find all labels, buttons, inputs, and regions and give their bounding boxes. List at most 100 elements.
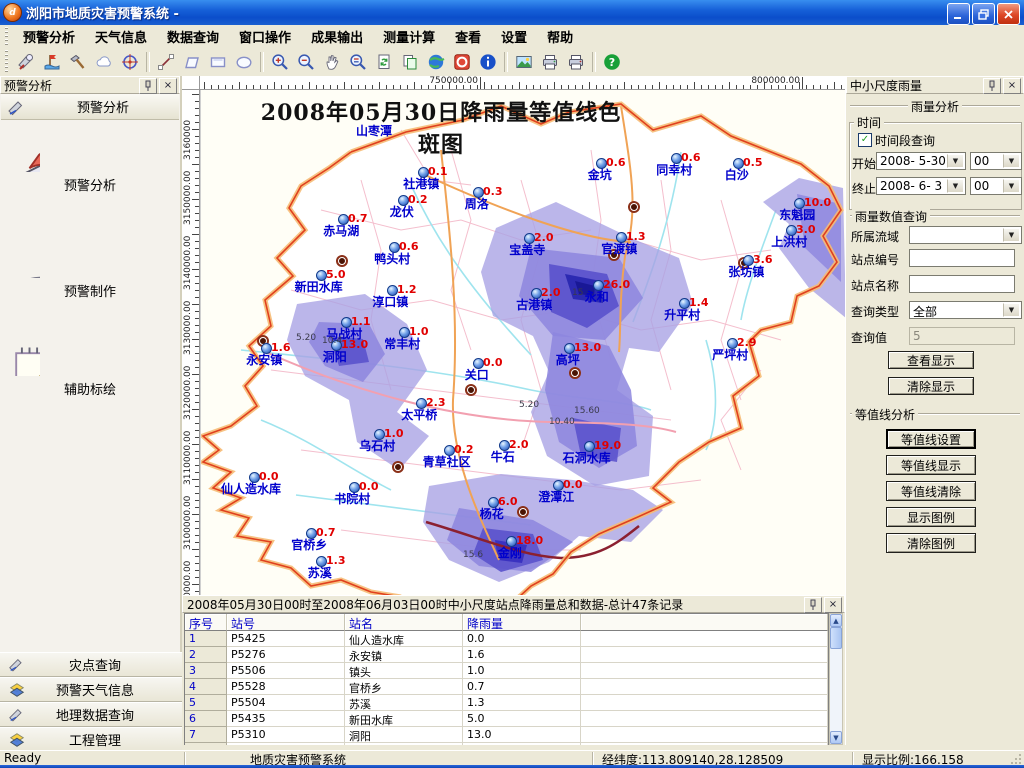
- zoom-in-icon[interactable]: [268, 50, 292, 74]
- menu-item-8[interactable]: 设置: [491, 29, 537, 48]
- close-icon[interactable]: ×: [824, 597, 842, 613]
- show-display-button[interactable]: 查看显示: [888, 351, 974, 369]
- map-canvas[interactable]: 2008年05月30日降雨量等值线色斑图 山枣潭 0.1社港镇0.3周洛0.2龙…: [200, 90, 845, 597]
- table-row[interactable]: 6P5435新田水库5.0: [185, 711, 828, 727]
- toolbar-separator: [592, 52, 596, 72]
- cloud-icon[interactable]: [92, 50, 116, 74]
- field-input-2[interactable]: [909, 249, 1015, 267]
- start-date-combo[interactable]: 2008- 5-30▼: [876, 152, 966, 170]
- zoom-extent-icon[interactable]: [346, 50, 370, 74]
- start-hour-combo[interactable]: 00▼: [970, 152, 1022, 170]
- table-row[interactable]: 4P5528官桥乡0.7: [185, 679, 828, 695]
- help-icon[interactable]: ?: [600, 50, 624, 74]
- station-name-label: 洞阳: [323, 348, 347, 365]
- menu-grip[interactable]: [3, 27, 10, 45]
- print-icon[interactable]: [538, 50, 562, 74]
- satellite-icon[interactable]: [14, 50, 38, 74]
- ellipse-tool-icon[interactable]: [232, 50, 256, 74]
- field-combo-1[interactable]: ▼: [909, 226, 1022, 244]
- contour-settings-button[interactable]: 等值线设置: [886, 429, 976, 449]
- chevron-down-icon[interactable]: ▼: [947, 179, 964, 193]
- chevron-down-icon[interactable]: ▼: [947, 154, 964, 168]
- chevron-down-icon[interactable]: ▼: [1003, 154, 1020, 168]
- menu-item-1[interactable]: 预警分析: [13, 29, 85, 48]
- column-header-1[interactable]: 序号: [185, 614, 227, 631]
- contour-show-button[interactable]: 等值线显示: [886, 455, 976, 475]
- table-row[interactable]: 5P5504苏溪1.3: [185, 695, 828, 711]
- close-icon[interactable]: ×: [159, 78, 177, 94]
- minimize-button[interactable]: [947, 3, 970, 25]
- menu-item-9[interactable]: 帮助: [537, 29, 583, 48]
- field-input-3[interactable]: [909, 275, 1015, 293]
- sidebar-item-2[interactable]: 预警制作: [0, 240, 180, 300]
- line-tool-icon[interactable]: [154, 50, 178, 74]
- scroll-down-icon[interactable]: ▼: [830, 731, 842, 744]
- zoom-out-icon[interactable]: [294, 50, 318, 74]
- chevron-down-icon[interactable]: ▼: [1003, 179, 1020, 193]
- time-range-checkbox[interactable]: ✓: [858, 133, 872, 147]
- title-bar: d 浏阳市地质灾害预警系统 -: [0, 0, 1024, 25]
- bottom-bar-4[interactable]: 工程管理: [0, 727, 182, 752]
- menu-item-5[interactable]: 成果输出: [301, 29, 373, 48]
- table-row[interactable]: 3P5506镇头1.0: [185, 663, 828, 679]
- menu-item-4[interactable]: 窗口操作: [229, 29, 301, 48]
- chevron-down-icon[interactable]: ▼: [1003, 303, 1020, 317]
- table-panel-titlebar: 2008年05月30日00时至2008年06月03日00时中小尺度站点降雨量总和…: [182, 595, 845, 613]
- image-icon[interactable]: [512, 50, 536, 74]
- copy-icon[interactable]: [398, 50, 422, 74]
- sidebar-item-1[interactable]: 预警分析: [0, 134, 180, 194]
- end-date-combo[interactable]: 2008- 6- 3▼: [876, 177, 966, 195]
- close-icon[interactable]: ×: [1003, 78, 1021, 94]
- print-preview-icon[interactable]: [564, 50, 588, 74]
- flag-icon[interactable]: [40, 50, 64, 74]
- sidebar-item-3[interactable]: 辅助标绘: [0, 338, 180, 398]
- menu-item-3[interactable]: 数据查询: [157, 29, 229, 48]
- show-legend-button[interactable]: 显示图例: [886, 507, 976, 527]
- contour-clear-button[interactable]: 等值线清除: [886, 481, 976, 501]
- close-button[interactable]: [997, 3, 1020, 25]
- clear-display-button[interactable]: 清除显示: [888, 377, 974, 395]
- refresh-icon[interactable]: [372, 50, 396, 74]
- table-row[interactable]: 2P5276永安镇1.6: [185, 647, 828, 663]
- polygon-tool-icon[interactable]: [180, 50, 204, 74]
- table-scrollbar[interactable]: ▲ ▼: [829, 613, 843, 745]
- table-row[interactable]: 1P5425仙人造水库0.0: [185, 631, 828, 647]
- book-icon: [0, 134, 180, 172]
- rain-analysis-divider: 雨量分析: [850, 98, 1020, 112]
- column-header-3[interactable]: 站名: [345, 614, 463, 631]
- clear-legend-button[interactable]: 清除图例: [886, 533, 976, 553]
- pin-icon[interactable]: [804, 597, 822, 613]
- pin-icon[interactable]: [983, 78, 1001, 94]
- field-combo-4[interactable]: 全部▼: [909, 301, 1022, 319]
- table-row[interactable]: 8P5317马战村1.1: [185, 743, 828, 745]
- column-header-4[interactable]: 降雨量: [463, 614, 581, 631]
- stop-icon[interactable]: [450, 50, 474, 74]
- rect-tool-icon[interactable]: [206, 50, 230, 74]
- bottom-bar-3[interactable]: 地理数据查询: [0, 702, 182, 727]
- column-header-2[interactable]: 站号: [227, 614, 345, 631]
- restore-button[interactable]: [972, 3, 995, 25]
- globe-icon[interactable]: [424, 50, 448, 74]
- rain-value-query-divider: 雨量数值查询: [850, 208, 1020, 222]
- pin-icon[interactable]: [139, 78, 157, 94]
- table-row[interactable]: 7P5310洞阳13.0: [185, 727, 828, 743]
- scroll-thumb[interactable]: [830, 627, 842, 649]
- locate-icon[interactable]: [118, 50, 142, 74]
- menu-item-7[interactable]: 查看: [445, 29, 491, 48]
- ruler-label: 3140000.00: [183, 236, 193, 290]
- toolbar-grip[interactable]: [3, 50, 10, 73]
- left-panel-group-header[interactable]: 预警分析: [1, 94, 179, 120]
- bottom-bar-1[interactable]: 灾点查询: [0, 652, 182, 677]
- scroll-up-icon[interactable]: ▲: [830, 614, 842, 627]
- station-name-cell: 新田水库: [345, 711, 463, 727]
- menu-item-2[interactable]: 天气信息: [85, 29, 157, 48]
- pan-icon[interactable]: [320, 50, 344, 74]
- bottom-bar-2[interactable]: 预警天气信息: [0, 677, 182, 702]
- hammer-icon[interactable]: [66, 50, 90, 74]
- menu-item-6[interactable]: 测量计算: [373, 29, 445, 48]
- end-hour-combo[interactable]: 00▼: [970, 177, 1022, 195]
- town-marker: [571, 369, 579, 377]
- info-icon[interactable]: [476, 50, 500, 74]
- ruler-label: 750000.00: [429, 76, 478, 86]
- chevron-down-icon[interactable]: ▼: [1003, 228, 1020, 242]
